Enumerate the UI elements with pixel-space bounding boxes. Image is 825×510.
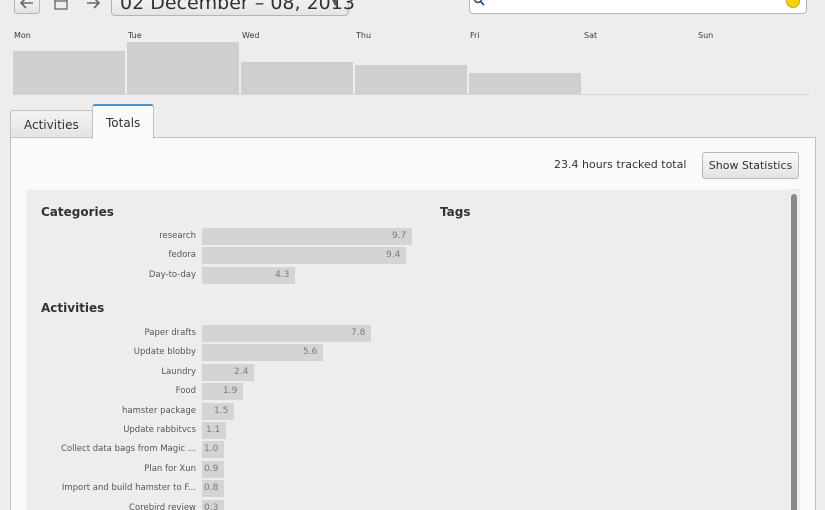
day-bar-wed[interactable] [241,62,354,94]
day-bar-mon[interactable] [13,51,126,94]
date-range-dropdown[interactable]: 02 December – 08, 2013 ▼ [111,0,355,16]
week-baseline [13,94,810,95]
clear-icon[interactable] [786,0,800,8]
tab-activities[interactable]: Activities [10,110,93,138]
scrollbar-thumb[interactable] [791,194,797,510]
calendar-icon[interactable] [48,0,74,14]
category-value: 9.7 [392,231,407,241]
activity-label: Plan for Xun [144,463,196,474]
totals-panel: 23.4 hours tracked total Show Statistics… [10,137,816,510]
day-label-fri: Fri [470,31,480,40]
activity-label: Update rabbitvcs [123,425,196,435]
activity-row[interactable]: Update rabbitvcs 1.1 [26,422,426,439]
activity-row[interactable]: Collect data bags from Magic ... 1.0 [26,441,426,459]
activity-label: Collect data bags from Magic ... [60,444,196,455]
activity-value: 0.3 [204,502,219,510]
back-arrow-icon[interactable] [14,0,40,14]
day-label-mon: Mon [14,31,31,40]
activity-row[interactable]: Plan for Xun 0.9 [26,460,426,478]
category-bar [202,228,412,245]
date-range-label: 02 December – 08, 2013 [120,0,355,14]
category-label: Day-to-day [148,269,196,280]
tags-title: Tags [440,205,471,219]
category-label: fedora [168,250,196,261]
day-label-thu: Thu [356,31,372,40]
day-bar-thu[interactable] [355,65,468,94]
activity-value: 2.4 [234,366,249,377]
activity-label: Food [175,386,196,397]
activity-row[interactable]: Laundry 2.4 [26,363,426,381]
day-label-wed: Wed [242,31,260,40]
day-label-sat: Sat [584,31,598,40]
search-input[interactable] [469,0,807,14]
categories-title: Categories [41,205,114,219]
totals-content: Categories Tags Activities research 9.7 fe… [26,190,800,510]
total-hours-summary: 23.4 hours tracked total [554,158,687,171]
activity-label: Paper drafts [144,328,196,338]
category-row[interactable]: Day-to-day 4.3 [26,266,426,284]
tab-totals[interactable]: Totals [92,104,155,139]
activity-value: 1.1 [206,425,221,435]
activity-bar [202,325,371,342]
category-bar [202,247,406,265]
activity-row[interactable]: Paper drafts 7.8 [26,325,426,342]
activity-label: hamster package [122,405,196,416]
week-overview: Mon Tue Wed Thu Fri Sat Sun [13,28,810,95]
day-bar-tue[interactable] [127,42,240,94]
activity-value: 1.5 [214,405,229,416]
activity-value: 5.6 [303,347,318,358]
day-label-tue: Tue [128,31,142,40]
category-row[interactable]: research 9.7 [26,228,426,245]
category-row[interactable]: fedora 9.4 [26,247,426,265]
activity-label: Corebird review [129,502,196,510]
activity-row[interactable]: Food 1.9 [26,383,426,401]
activity-row[interactable]: Update blobby 5.6 [26,344,426,362]
activity-value: 0.8 [204,483,219,494]
forward-arrow-icon[interactable] [80,0,106,14]
activity-value: 1.9 [223,386,238,397]
activity-row[interactable]: hamster package 1.5 [26,402,426,420]
activities-title: Activities [41,301,105,315]
activity-label: Import and build hamster to F... [61,483,196,494]
day-bar-fri[interactable] [469,73,582,94]
scrollbar[interactable] [788,189,800,510]
activity-row[interactable]: Import and build hamster to F... 0.8 [26,480,426,498]
activity-label: Update blobby [133,347,196,358]
day-label-sun: Sun [698,31,714,40]
chevron-down-icon: ▼ [331,0,339,8]
activity-label: Laundry [161,366,196,377]
activity-value: 0.9 [204,463,219,474]
activity-row[interactable]: Corebird review 0.3 [26,499,426,510]
category-label: research [159,231,196,241]
show-statistics-button[interactable]: Show Statistics [702,152,799,179]
search-icon [473,0,489,8]
toolbar: 02 December – 08, 2013 ▼ [0,0,825,16]
category-value: 9.4 [386,250,401,261]
activity-value: 1.0 [204,444,219,455]
category-value: 4.3 [275,269,290,280]
activity-value: 7.8 [351,328,366,338]
